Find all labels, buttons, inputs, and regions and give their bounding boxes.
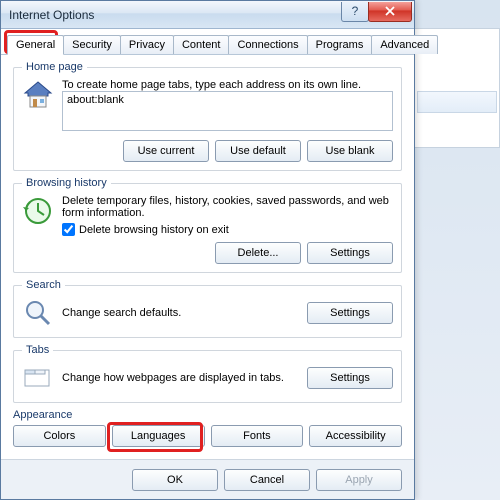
tabs-hint: Change how webpages are displayed in tab… — [62, 372, 299, 384]
tabs-legend: Tabs — [22, 344, 53, 356]
tabstrip: General Security Privacy Content Connect… — [1, 29, 414, 55]
history-settings-button[interactable]: Settings — [307, 242, 393, 264]
close-icon — [385, 6, 395, 16]
window-buttons: ? — [342, 2, 412, 22]
search-hint: Change search defaults. — [62, 307, 299, 319]
search-group: Search Change search defaults. Settings — [13, 279, 402, 338]
use-blank-button[interactable]: Use blank — [307, 140, 393, 162]
dialog-buttons: OK Cancel Apply — [1, 459, 414, 499]
accessibility-button[interactable]: Accessibility — [309, 425, 402, 447]
homepage-legend: Home page — [22, 61, 87, 73]
languages-button[interactable]: Languages — [112, 425, 205, 447]
background-band — [417, 91, 497, 113]
tab-connections[interactable]: Connections — [228, 35, 307, 54]
colors-button[interactable]: Colors — [13, 425, 106, 447]
delete-on-exit-checkbox[interactable] — [62, 223, 75, 236]
apply-button[interactable]: Apply — [316, 469, 402, 491]
use-current-button[interactable]: Use current — [123, 140, 209, 162]
search-icon — [22, 297, 54, 329]
cancel-button[interactable]: Cancel — [224, 469, 310, 491]
tabs-group: Tabs Change how webpages are displayed i… — [13, 344, 402, 403]
use-default-button[interactable]: Use default — [215, 140, 301, 162]
tab-general[interactable]: General — [7, 35, 64, 55]
search-settings-button[interactable]: Settings — [307, 302, 393, 324]
ok-button[interactable]: OK — [132, 469, 218, 491]
history-legend: Browsing history — [22, 177, 111, 189]
fonts-button[interactable]: Fonts — [211, 425, 304, 447]
general-panel: Home page To create home page tabs, type… — [1, 55, 414, 455]
search-legend: Search — [22, 279, 65, 291]
tab-programs[interactable]: Programs — [307, 35, 373, 54]
appearance-group: Appearance Colors Languages Fonts Access… — [13, 409, 402, 447]
internet-options-window: Internet Options ? General Security Priv… — [0, 0, 415, 500]
close-button[interactable] — [368, 2, 412, 22]
tab-privacy[interactable]: Privacy — [120, 35, 174, 54]
tab-security[interactable]: Security — [63, 35, 121, 54]
tab-content[interactable]: Content — [173, 35, 230, 54]
history-hint: Delete temporary files, history, cookies… — [62, 195, 393, 219]
titlebar: Internet Options ? — [1, 1, 414, 29]
delete-on-exit-label: Delete browsing history on exit — [79, 224, 229, 236]
window-title: Internet Options — [9, 8, 94, 22]
appearance-legend: Appearance — [13, 409, 402, 421]
history-group: Browsing history Delete temporary files,… — [13, 177, 402, 273]
home-icon — [22, 79, 54, 111]
history-icon — [22, 195, 54, 227]
tabs-settings-button[interactable]: Settings — [307, 367, 393, 389]
tabs-icon — [22, 362, 54, 394]
homepage-group: Home page To create home page tabs, type… — [13, 61, 402, 171]
delete-history-button[interactable]: Delete... — [215, 242, 301, 264]
help-button[interactable]: ? — [341, 2, 369, 22]
homepage-hint: To create home page tabs, type each addr… — [62, 79, 393, 91]
homepage-input[interactable] — [62, 91, 393, 131]
tab-advanced[interactable]: Advanced — [371, 35, 438, 54]
